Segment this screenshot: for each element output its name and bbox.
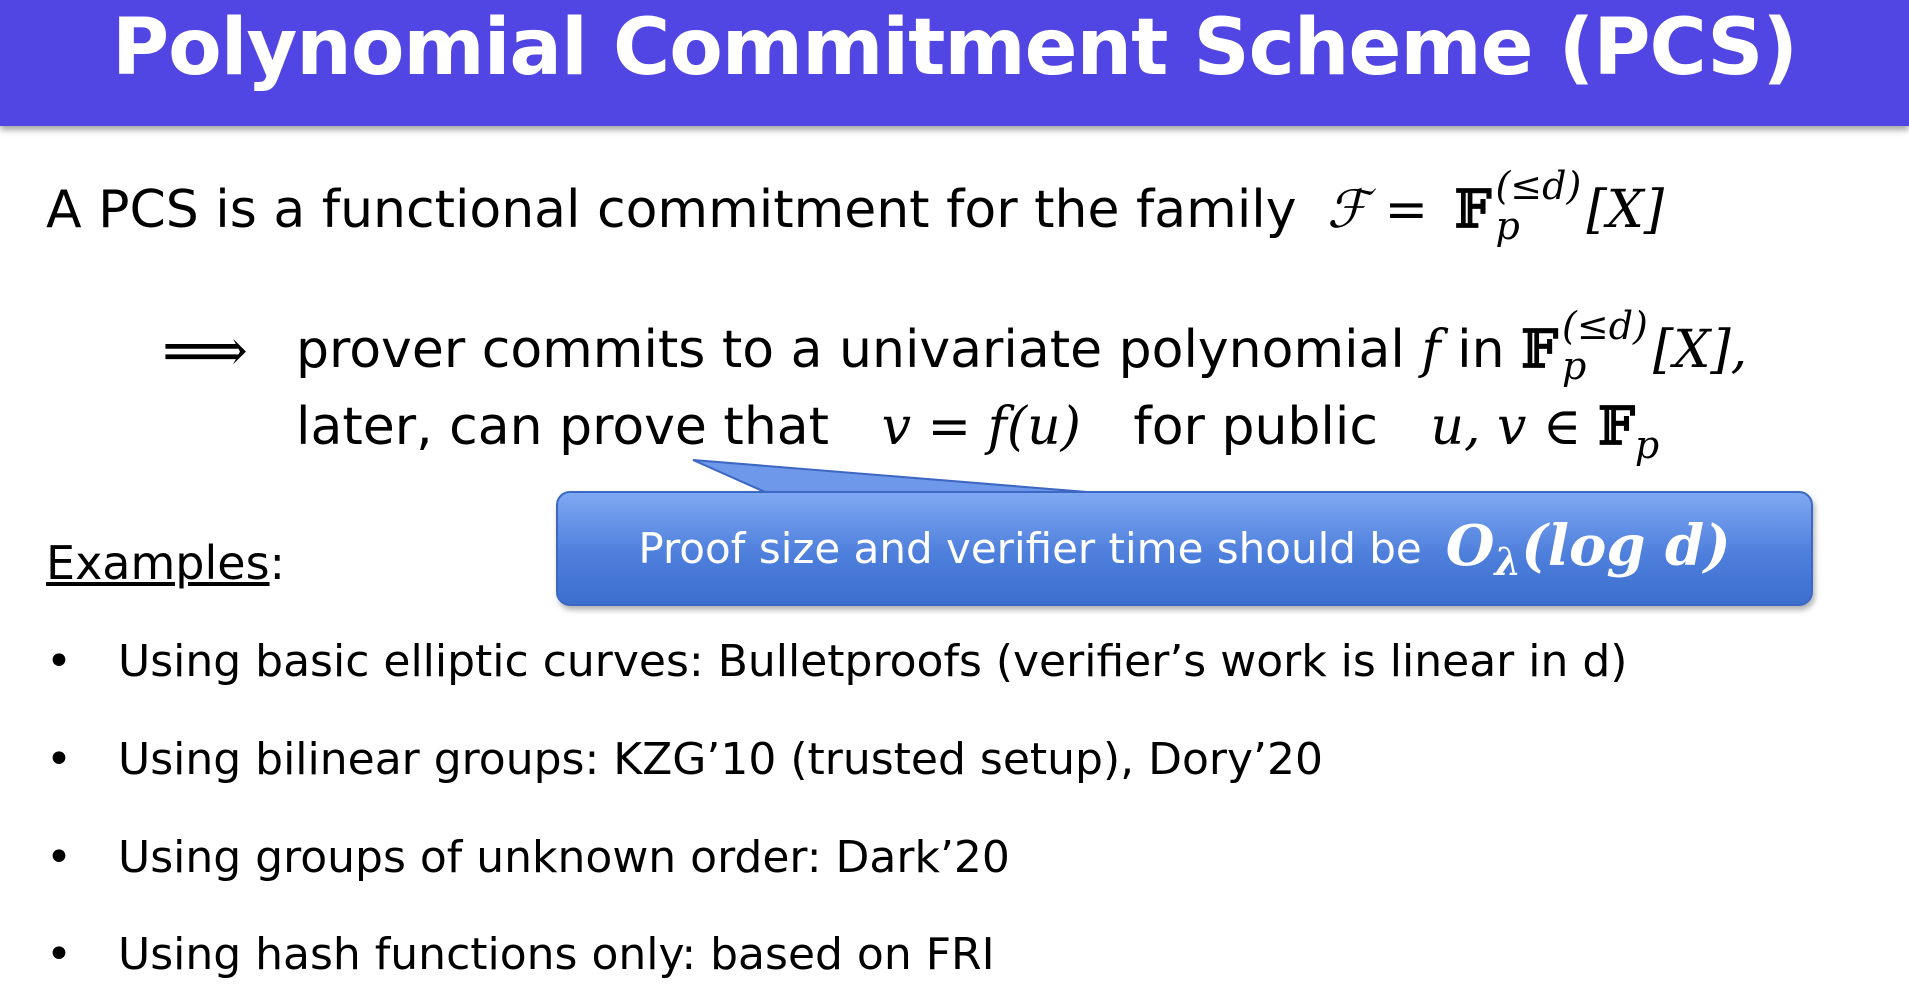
callout-body: Proof size and verifier time should be O… — [556, 491, 1813, 606]
in-word: in — [1457, 320, 1505, 380]
polynomial-ring-var-2: [X], — [1653, 320, 1748, 380]
field-superscript: (≤d) — [1495, 164, 1582, 208]
example-item-2: • Using bilinear groups: KZG’10 (trusted … — [46, 734, 1323, 785]
callout-log-d: (log d) — [1521, 513, 1731, 579]
field-scripts-2: (≤d) p — [1558, 304, 1653, 388]
examples-label: Examples — [46, 536, 270, 590]
public-values: u, v ∈ — [1430, 397, 1582, 457]
consequence-text-2: later, can prove that — [296, 397, 830, 457]
callout-lambda-sub: λ — [1494, 539, 1522, 584]
field-subscript: p — [1495, 204, 1520, 248]
consequence-text-1: prover commits to a univariate polynomia… — [296, 320, 1405, 380]
consequence-line-1: prover commits to a univariate polynomia… — [296, 304, 1748, 388]
field-symbol: 𝔽 — [1454, 179, 1492, 240]
field-scripts: (≤d) p — [1491, 164, 1586, 248]
field-subscript-3: p — [1634, 423, 1660, 467]
bullet-icon: • — [46, 832, 72, 883]
example-item-3: • Using groups of unknown order: Dark’20 — [46, 832, 1010, 883]
title-bar: Polynomial Commitment Scheme (PCS) — [0, 0, 1909, 126]
callout-o-symbol: O — [1445, 513, 1495, 579]
example-text-1: Using basic elliptic curves: Bulletproof… — [118, 636, 1628, 687]
bullet-icon: • — [46, 734, 72, 785]
polynomial-f: f — [1421, 320, 1441, 380]
polynomial-ring-var: [X] — [1586, 180, 1665, 240]
bullet-icon: • — [46, 636, 72, 687]
definition-text: A PCS is a functional commitment for the… — [46, 180, 1297, 240]
field-symbol-2: 𝔽 — [1521, 319, 1559, 380]
example-text-2: Using bilinear groups: KZG’10 (trusted s… — [118, 734, 1323, 785]
field-symbol-3: 𝔽 — [1597, 396, 1635, 457]
field-subscript-2: p — [1562, 344, 1587, 388]
example-text-4: Using hash functions only: based on FRI — [118, 929, 995, 980]
implies-arrow: ⟹ — [162, 316, 249, 386]
example-item-4: • Using hash functions only: based on FRI — [46, 929, 995, 980]
definition-line: A PCS is a functional commitment for the… — [46, 164, 1665, 248]
callout-big-o: Oλ(log d) — [1446, 513, 1731, 584]
example-item-1: • Using basic elliptic curves: Bulletproo… — [46, 636, 1627, 687]
callout-text: Proof size and verifier time should be — [638, 524, 1422, 573]
bullet-icon: • — [46, 929, 72, 980]
for-public-text: for public — [1133, 397, 1378, 457]
field-superscript-2: (≤d) — [1562, 304, 1648, 348]
evaluation-equation: v = f(u) — [881, 397, 1081, 457]
slide-title: Polynomial Commitment Scheme (PCS) — [111, 3, 1798, 93]
examples-colon: : — [269, 536, 286, 590]
family-symbol: ℱ = — [1327, 180, 1429, 240]
example-text-3: Using groups of unknown order: Dark’20 — [118, 832, 1010, 883]
callout-box: Proof size and verifier time should be O… — [556, 491, 1813, 606]
examples-heading: Examples: — [46, 536, 285, 590]
